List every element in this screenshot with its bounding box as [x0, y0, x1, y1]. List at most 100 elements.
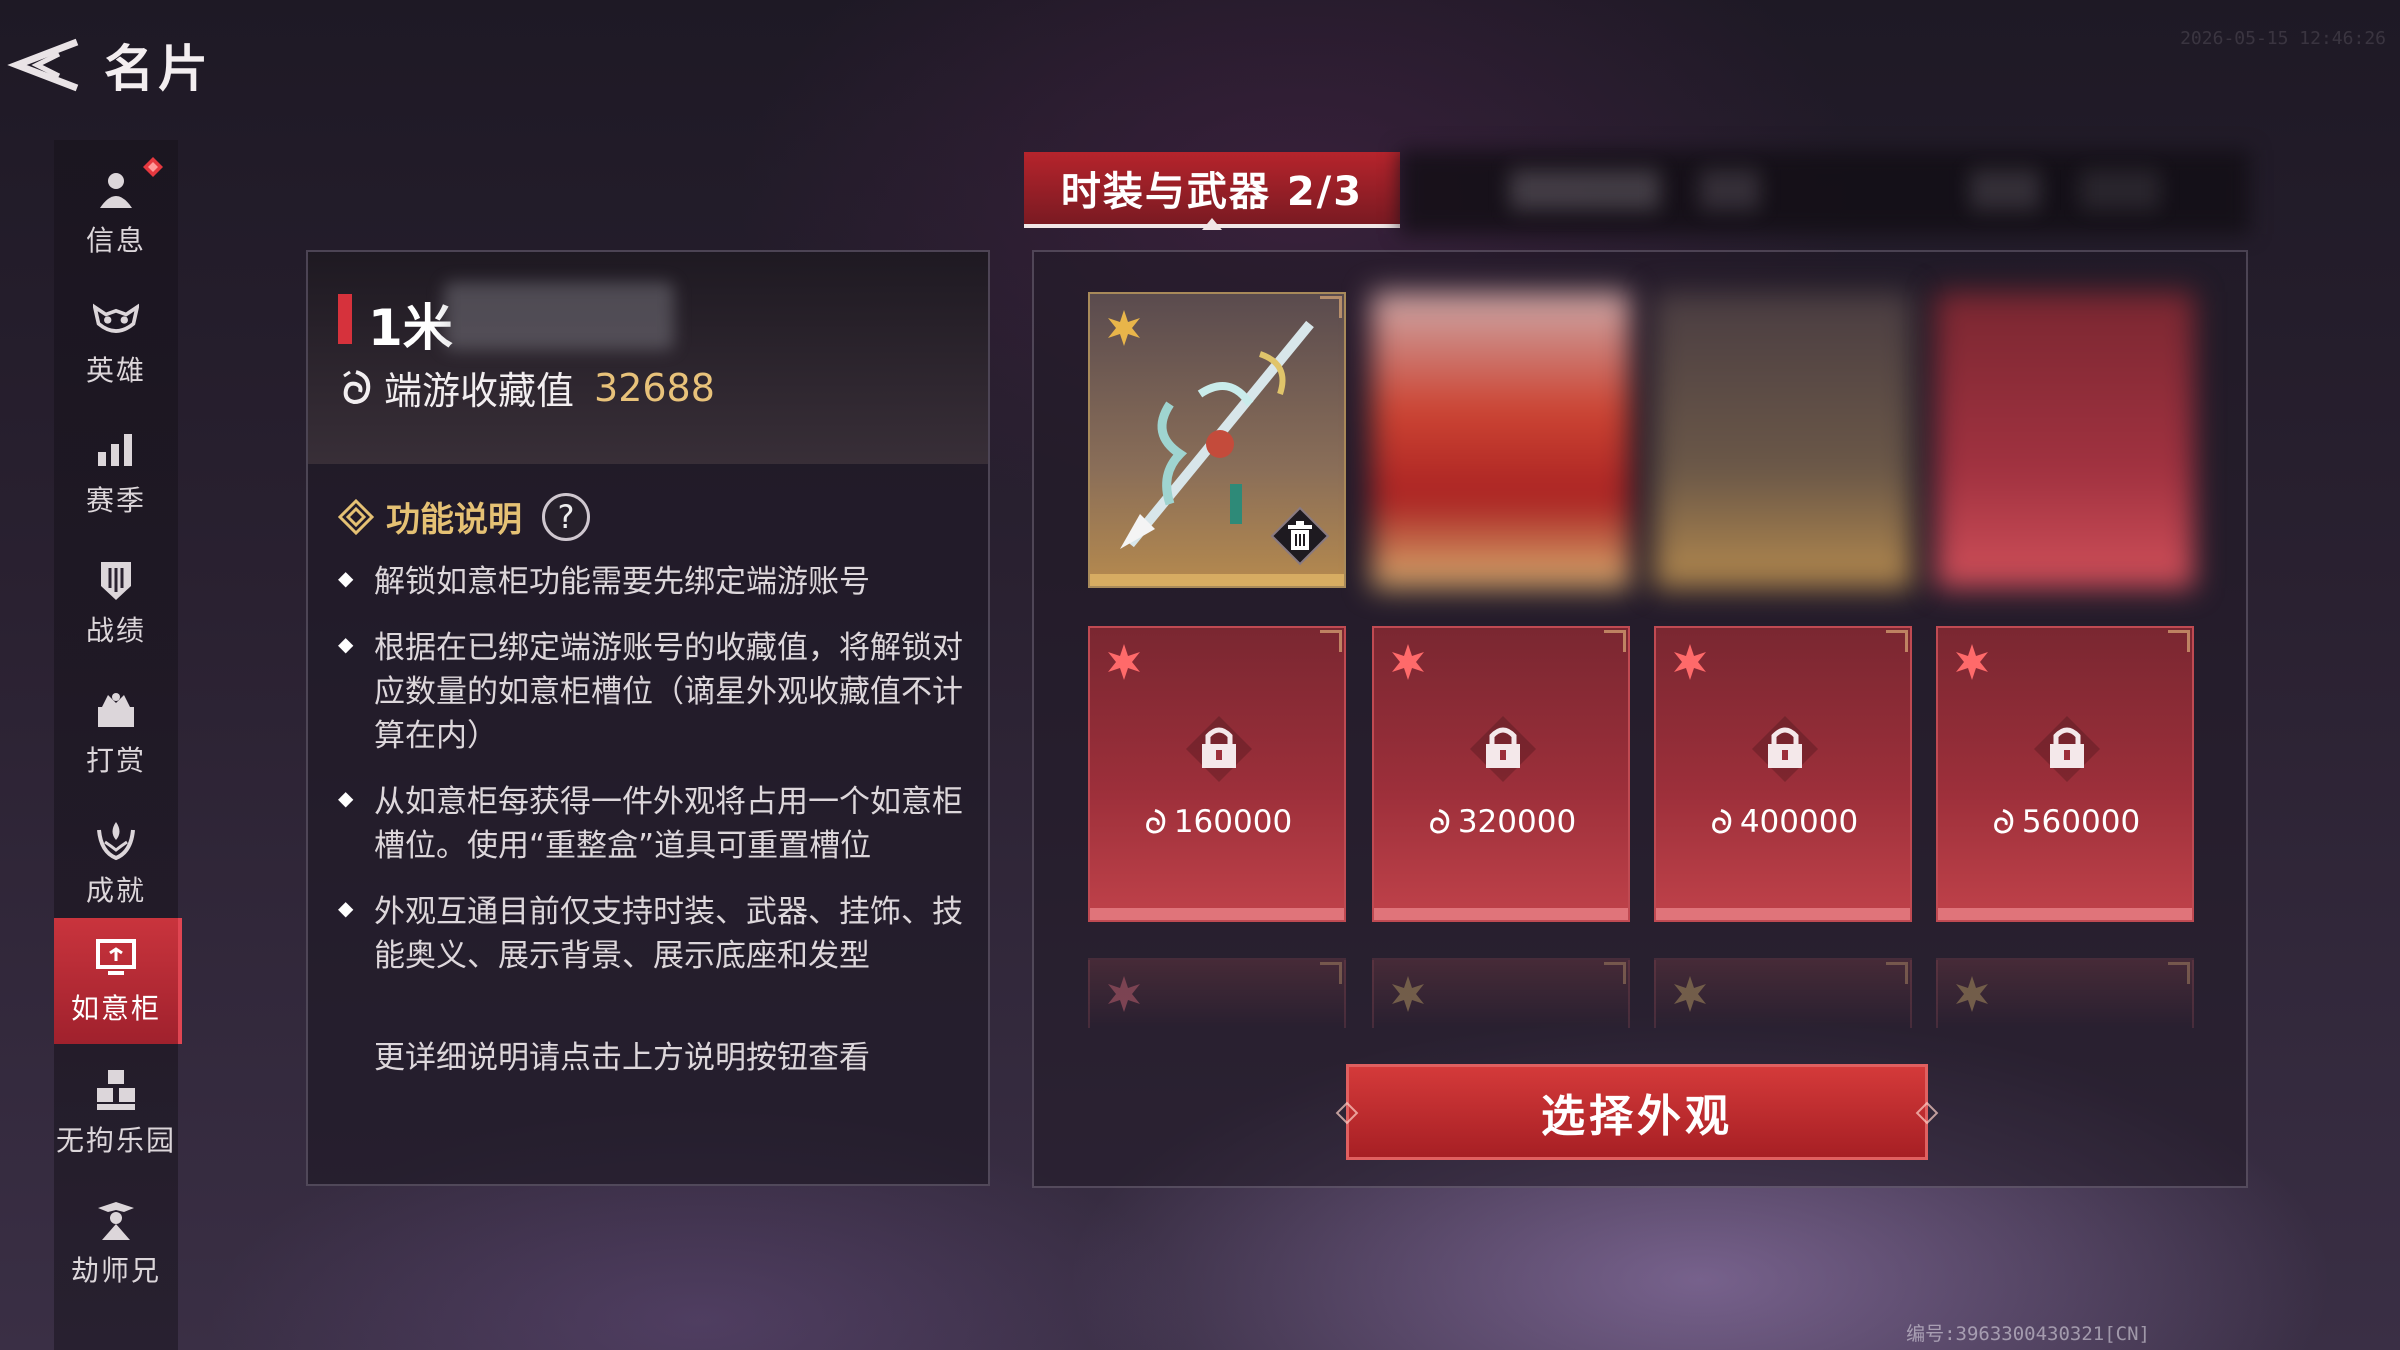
- collection-label: 端游收藏值: [384, 369, 575, 413]
- slot-partial[interactable]: [1654, 958, 1912, 1028]
- collection-swirl-icon: [343, 369, 371, 404]
- slot-corner: [2168, 962, 2190, 984]
- slot-corner: [2168, 630, 2190, 652]
- unlock-cost: 160000: [1090, 804, 1344, 840]
- page-title: 名片: [104, 40, 212, 98]
- sidebar-item-info[interactable]: 信息: [54, 150, 178, 276]
- function-info-list: ◆ 解锁如意柜功能需要先绑定端游账号 ◆ 根据在已绑定端游账号的收藏值，将解锁对…: [338, 560, 978, 1000]
- list-item: ◆ 根据在已绑定端游账号的收藏值，将解锁对应数量的如意柜槽位（谪星外观收藏值不计…: [338, 626, 978, 758]
- redacted-tab: [1700, 170, 1760, 210]
- slot-partial[interactable]: [1088, 958, 1346, 1028]
- select-appearance-label: 选择外观: [1541, 1091, 1733, 1142]
- sidebar: 信息 英雄 赛季 战绩 打赏 成就 如意柜 无拘乐园 劫师兄: [54, 140, 182, 1350]
- slot-locked[interactable]: 160000: [1088, 626, 1346, 922]
- profile-header: 1米 端游收藏值 32688: [308, 252, 988, 464]
- more-info-text: 更详细说明请点击上方说明按钮查看: [374, 1040, 870, 1076]
- diamond-icon: [338, 498, 374, 535]
- sidebar-item-label: 英雄: [85, 354, 146, 387]
- sidebar-item-record[interactable]: 战绩: [54, 540, 178, 666]
- red-star-icon: [1674, 644, 1706, 680]
- lock-icon: [1470, 716, 1536, 782]
- gold-star-icon: [1674, 976, 1706, 1012]
- slot-weapon[interactable]: [1088, 292, 1346, 588]
- slot-redacted[interactable]: [1654, 292, 1912, 588]
- sidebar-item-playground[interactable]: 无拘乐园: [54, 1050, 178, 1176]
- bullet-diamond-icon: ◆: [338, 632, 354, 656]
- collection-swirl-icon: [1429, 809, 1450, 834]
- footer-code: 编号:3963300430321[CN]: [1906, 1323, 2150, 1345]
- collection-swirl-icon: [1993, 809, 2014, 834]
- slot-bottom-bar: [1090, 574, 1344, 586]
- tab-outfits-weapons[interactable]: 时装与武器 2/3: [1024, 152, 1400, 230]
- lock-icon: [2034, 716, 2100, 782]
- bullet-diamond-icon: ◆: [338, 896, 354, 920]
- gift-icon: [93, 687, 139, 733]
- unlock-cost: 400000: [1656, 804, 1910, 840]
- gold-star-icon: [1956, 976, 1988, 1012]
- slot-bottom-bar: [1656, 908, 1910, 920]
- slot-corner: [1886, 630, 1908, 652]
- sidebar-item-reward[interactable]: 打赏: [54, 670, 178, 796]
- tab-indicator-icon: [1202, 218, 1222, 230]
- back-arrow-icon: [7, 38, 79, 92]
- slot-corner: [1320, 630, 1342, 652]
- collection-swirl-icon: [1145, 809, 1166, 834]
- red-star-icon: [1108, 976, 1140, 1012]
- unlock-cost-value: 560000: [2021, 804, 2141, 840]
- cabinet-icon: [93, 935, 139, 981]
- slot-redacted[interactable]: [1936, 292, 2194, 588]
- unlock-cost-value: 160000: [1173, 804, 1293, 840]
- list-item: ◆ 外观互通目前仅支持时装、武器、挂饰、技能奥义、展示背景、展示底座和发型: [338, 890, 978, 978]
- slot-locked[interactable]: 560000: [1936, 626, 2194, 922]
- slot-corner: [1604, 962, 1626, 984]
- slot-locked[interactable]: 400000: [1654, 626, 1912, 922]
- trash-icon: [1288, 521, 1312, 550]
- slot-bottom-bar: [1374, 908, 1628, 920]
- slot-corner: [1320, 962, 1342, 984]
- sidebar-item-hero[interactable]: 英雄: [54, 280, 178, 406]
- slot-partial[interactable]: [1372, 958, 1630, 1028]
- red-star-icon: [1108, 644, 1140, 680]
- sidebar-item-cabinet[interactable]: 如意柜: [54, 918, 182, 1044]
- redacted-tab: [2080, 170, 2160, 210]
- sidebar-item-label: 信息: [85, 224, 146, 257]
- sidebar-item-season[interactable]: 赛季: [54, 410, 178, 536]
- header: 名片: [0, 20, 212, 110]
- list-item-text: 从如意柜每获得一件外观将占用一个如意柜槽位。使用“重整盒”道具可重置槽位: [374, 784, 963, 864]
- timestamp: 2026-05-15 12:46:26: [2180, 28, 2386, 49]
- slot-corner: [1886, 962, 1908, 984]
- slot-partial[interactable]: [1936, 958, 2194, 1028]
- sidebar-item-label: 劫师兄: [70, 1254, 161, 1287]
- character-icon: [93, 1197, 139, 1243]
- profile-info-panel: 1米 端游收藏值 32688 功能说明 ? ◆ 解锁如意柜功能需要先绑定端游账号…: [306, 250, 990, 1186]
- slot-redacted[interactable]: [1372, 292, 1630, 588]
- slot-corner: [1604, 630, 1626, 652]
- sidebar-item-senior[interactable]: 劫师兄: [54, 1180, 178, 1306]
- list-item: ◆ 解锁如意柜功能需要先绑定端游账号: [338, 560, 978, 604]
- red-star-icon: [1956, 644, 1988, 680]
- delete-button[interactable]: [1270, 506, 1330, 566]
- select-appearance-button[interactable]: 选择外观: [1335, 1064, 1939, 1160]
- sidebar-item-achievement[interactable]: 成就: [54, 800, 178, 926]
- shield-icon: [93, 557, 139, 603]
- sidebar-item-label: 如意柜: [70, 992, 161, 1025]
- redacted-tab: [1510, 170, 1660, 210]
- tab-label: 时装与武器 2/3: [1060, 169, 1364, 215]
- collection-value: 32688: [594, 365, 715, 410]
- list-item-text: 解锁如意柜功能需要先绑定端游账号: [374, 564, 870, 600]
- sidebar-item-label: 成就: [85, 874, 146, 907]
- laurel-icon: [93, 817, 139, 863]
- red-star-icon: [1392, 644, 1424, 680]
- help-button[interactable]: ?: [542, 492, 590, 541]
- list-item-text: 根据在已绑定端游账号的收藏值，将解锁对应数量的如意柜槽位（谪星外观收藏值不计算在…: [374, 630, 963, 754]
- redacted-tab: [1970, 170, 2040, 210]
- back-button[interactable]: [0, 25, 90, 105]
- notification-dot-icon: [143, 157, 163, 177]
- sidebar-item-label: 战绩: [85, 614, 146, 647]
- lock-icon: [1752, 716, 1818, 782]
- slot-locked[interactable]: 320000: [1372, 626, 1630, 922]
- collection-row: 端游收藏值 32688: [338, 360, 715, 415]
- slot-bottom-bar: [1938, 908, 2192, 920]
- unlock-cost-value: 400000: [1739, 804, 1859, 840]
- gold-star-icon: [1392, 976, 1424, 1012]
